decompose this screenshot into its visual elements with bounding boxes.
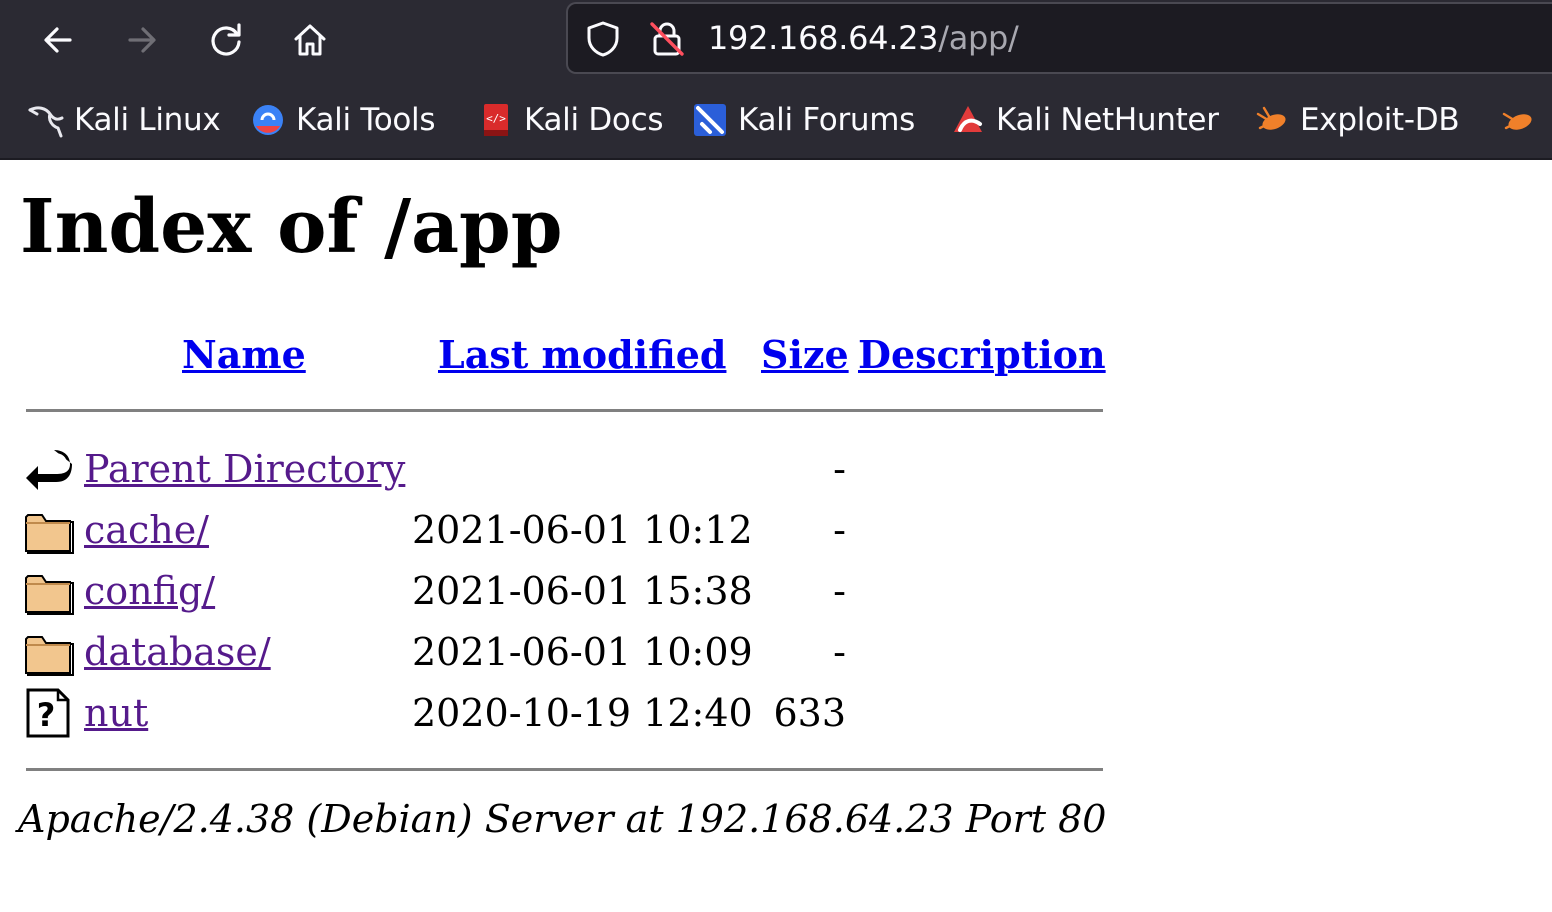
bookmark-label: Kali Tools — [296, 102, 436, 138]
svg-text:</>: </> — [486, 112, 506, 125]
bookmarks-bar: Kali Linux Kali Tools </> Kali Docs Kali… — [0, 80, 1552, 160]
url-bar[interactable]: 192.168.64.23/app/ — [566, 2, 1552, 74]
url-text[interactable]: 192.168.64.23/app/ — [708, 18, 1019, 58]
exploit-db-icon — [1254, 102, 1290, 138]
column-header-description[interactable]: Description — [858, 332, 1106, 378]
bookmark-kali-docs[interactable]: </> Kali Docs — [478, 100, 664, 140]
file-link-nut[interactable]: nut — [84, 690, 148, 736]
tracking-protection-shield-icon[interactable] — [584, 20, 622, 58]
column-header-last-modified[interactable]: Last modified — [438, 332, 726, 378]
bookmark-kali-tools[interactable]: Kali Tools — [250, 100, 436, 140]
url-host: 192.168.64.23 — [708, 19, 939, 57]
forward-arrow-icon — [128, 27, 156, 53]
bookmark-exploit-db[interactable]: Exploit-DB — [1254, 100, 1460, 140]
home-icon — [294, 24, 326, 56]
directory-listing-page: Index of /app Name Last modified Size De… — [0, 160, 1552, 912]
svg-text:?: ? — [37, 696, 56, 734]
reload-button[interactable] — [200, 14, 252, 66]
file-date: 2021-06-01 10:09 — [412, 630, 753, 674]
top-divider — [26, 409, 1103, 412]
table-row: config/ 2021-06-01 15:38 - — [0, 562, 1552, 618]
file-date: 2021-06-01 15:38 — [412, 569, 753, 613]
kali-docs-icon: </> — [478, 102, 514, 138]
kali-dragon-icon — [28, 102, 64, 138]
url-path: /app/ — [938, 19, 1019, 57]
kali-tools-icon — [250, 102, 286, 138]
browser-toolbar: 192.168.64.23/app/ — [0, 0, 1552, 80]
server-signature: Apache/2.4.38 (Debian) Server at 192.168… — [18, 797, 1107, 841]
file-link-cache[interactable]: cache/ — [84, 507, 209, 553]
file-link-config[interactable]: config/ — [84, 568, 215, 614]
file-date: 2021-06-01 10:12 — [412, 508, 753, 552]
file-size: - — [833, 569, 846, 613]
bookmark-kali-nethunter[interactable]: Kali NetHunter — [950, 100, 1219, 140]
table-row: ? nut 2020-10-19 12:40 633 — [0, 684, 1552, 740]
back-button[interactable] — [32, 14, 84, 66]
file-link-database[interactable]: database/ — [84, 629, 271, 675]
bookmark-label: Kali Linux — [74, 102, 221, 138]
bookmark-kali-forums[interactable]: Kali Forums — [692, 100, 915, 140]
table-row: database/ 2021-06-01 10:09 - — [0, 623, 1552, 679]
table-row: cache/ 2021-06-01 10:12 - — [0, 501, 1552, 557]
kali-forums-icon — [692, 102, 728, 138]
bug-icon — [1500, 102, 1536, 138]
bottom-divider — [26, 768, 1103, 771]
file-size: 633 — [773, 691, 846, 735]
table-row: Parent Directory - — [0, 440, 1552, 496]
folder-icon — [24, 505, 74, 555]
bookmark-label: Kali NetHunter — [996, 102, 1219, 138]
bookmark-kali-linux[interactable]: Kali Linux — [28, 100, 221, 140]
bookmark-label: Kali Docs — [524, 102, 664, 138]
page-title: Index of /app — [20, 184, 563, 270]
folder-icon — [24, 566, 74, 616]
bookmark-overflow[interactable] — [1500, 100, 1546, 140]
file-size: - — [833, 630, 846, 674]
back-arrow-icon — [24, 444, 74, 494]
reload-icon — [211, 23, 241, 56]
back-arrow-icon — [44, 27, 72, 53]
file-size: - — [833, 447, 846, 491]
home-button[interactable] — [284, 14, 336, 66]
nethunter-icon — [950, 102, 986, 138]
column-header-size[interactable]: Size — [761, 332, 849, 378]
insecure-lock-icon[interactable] — [648, 20, 686, 58]
file-link-parent-directory[interactable]: Parent Directory — [84, 446, 405, 492]
forward-button[interactable] — [116, 14, 168, 66]
bookmark-label: Exploit-DB — [1300, 102, 1460, 138]
column-header-name[interactable]: Name — [182, 332, 306, 378]
unknown-file-icon: ? — [24, 688, 74, 738]
bookmark-label: Kali Forums — [738, 102, 915, 138]
folder-icon — [24, 627, 74, 677]
file-size: - — [833, 508, 846, 552]
file-date: 2020-10-19 12:40 — [412, 691, 753, 735]
